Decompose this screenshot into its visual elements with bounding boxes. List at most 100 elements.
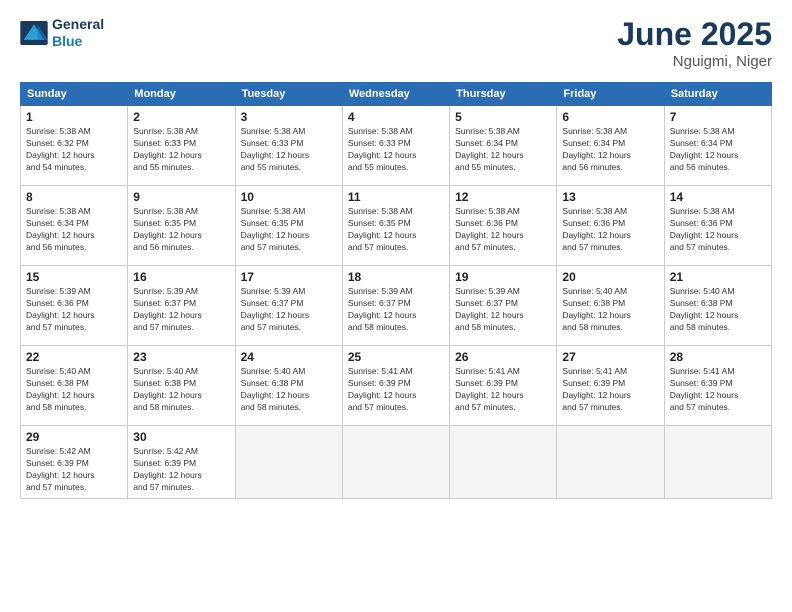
day-info: Sunrise: 5:41 AM Sunset: 6:39 PM Dayligh… bbox=[348, 366, 444, 414]
day-number: 20 bbox=[562, 270, 658, 284]
day-info: Sunrise: 5:38 AM Sunset: 6:34 PM Dayligh… bbox=[562, 126, 658, 174]
day-info: Sunrise: 5:39 AM Sunset: 6:37 PM Dayligh… bbox=[455, 286, 551, 334]
day-info: Sunrise: 5:38 AM Sunset: 6:36 PM Dayligh… bbox=[455, 206, 551, 254]
day-number: 22 bbox=[26, 350, 122, 364]
calendar-header-thursday: Thursday bbox=[450, 83, 557, 106]
calendar-cell: 13 Sunrise: 5:38 AM Sunset: 6:36 PM Dayli… bbox=[557, 186, 664, 266]
calendar-cell: 28 Sunrise: 5:41 AM Sunset: 6:39 PM Dayli… bbox=[664, 346, 771, 426]
day-number: 6 bbox=[562, 110, 658, 124]
calendar-cell: 8 Sunrise: 5:38 AM Sunset: 6:34 PM Daylig… bbox=[21, 186, 128, 266]
calendar-week-row: 1 Sunrise: 5:38 AM Sunset: 6:32 PM Daylig… bbox=[21, 106, 772, 186]
calendar-cell: 22 Sunrise: 5:40 AM Sunset: 6:38 PM Dayli… bbox=[21, 346, 128, 426]
day-number: 17 bbox=[241, 270, 337, 284]
calendar-cell bbox=[557, 426, 664, 499]
calendar-cell: 21Sunrise: 5:40 AM Sunset: 6:38 PM Dayli… bbox=[664, 266, 771, 346]
day-info: Sunrise: 5:40 AM Sunset: 6:38 PM Dayligh… bbox=[133, 366, 229, 414]
day-number: 7 bbox=[670, 110, 766, 124]
day-info: Sunrise: 5:40 AM Sunset: 6:38 PM Dayligh… bbox=[26, 366, 122, 414]
day-number: 23 bbox=[133, 350, 229, 364]
calendar-cell: 26 Sunrise: 5:41 AM Sunset: 6:39 PM Dayli… bbox=[450, 346, 557, 426]
month-title: June 2025 bbox=[617, 16, 772, 53]
calendar-cell: 16 Sunrise: 5:39 AM Sunset: 6:37 PM Dayli… bbox=[128, 266, 235, 346]
day-info: Sunrise: 5:38 AM Sunset: 6:32 PM Dayligh… bbox=[26, 126, 122, 174]
day-info: Sunrise: 5:39 AM Sunset: 6:37 PM Dayligh… bbox=[348, 286, 444, 334]
day-info: Sunrise: 5:38 AM Sunset: 6:34 PM Dayligh… bbox=[670, 126, 766, 174]
header: General Blue June 2025 Nguigmi, Niger bbox=[20, 16, 772, 70]
day-number: 1 bbox=[26, 110, 122, 124]
day-info: Sunrise: 5:38 AM Sunset: 6:33 PM Dayligh… bbox=[348, 126, 444, 174]
day-info: Sunrise: 5:38 AM Sunset: 6:33 PM Dayligh… bbox=[133, 126, 229, 174]
day-info: Sunrise: 5:38 AM Sunset: 6:34 PM Dayligh… bbox=[26, 206, 122, 254]
day-info: Sunrise: 5:41 AM Sunset: 6:39 PM Dayligh… bbox=[562, 366, 658, 414]
calendar-cell: 27 Sunrise: 5:41 AM Sunset: 6:39 PM Dayli… bbox=[557, 346, 664, 426]
day-info: Sunrise: 5:39 AM Sunset: 6:36 PM Dayligh… bbox=[26, 286, 122, 334]
calendar-cell: 25Sunrise: 5:41 AM Sunset: 6:39 PM Dayli… bbox=[342, 346, 449, 426]
calendar-cell: 19 Sunrise: 5:39 AM Sunset: 6:37 PM Dayli… bbox=[450, 266, 557, 346]
logo-text: General Blue bbox=[52, 16, 104, 50]
day-info: Sunrise: 5:41 AM Sunset: 6:39 PM Dayligh… bbox=[455, 366, 551, 414]
calendar-cell: 23 Sunrise: 5:40 AM Sunset: 6:38 PM Dayli… bbox=[128, 346, 235, 426]
day-number: 16 bbox=[133, 270, 229, 284]
calendar-header-tuesday: Tuesday bbox=[235, 83, 342, 106]
calendar-cell: 15 Sunrise: 5:39 AM Sunset: 6:36 PM Dayli… bbox=[21, 266, 128, 346]
calendar-cell: 14 Sunrise: 5:38 AM Sunset: 6:36 PM Dayli… bbox=[664, 186, 771, 266]
calendar-header-wednesday: Wednesday bbox=[342, 83, 449, 106]
calendar-cell: 7 Sunrise: 5:38 AM Sunset: 6:34 PM Daylig… bbox=[664, 106, 771, 186]
day-number: 9 bbox=[133, 190, 229, 204]
calendar-cell: 29 Sunrise: 5:42 AM Sunset: 6:39 PM Dayli… bbox=[21, 426, 128, 499]
day-number: 3 bbox=[241, 110, 337, 124]
day-number: 10 bbox=[241, 190, 337, 204]
day-info: Sunrise: 5:38 AM Sunset: 6:36 PM Dayligh… bbox=[670, 206, 766, 254]
day-number: 12 bbox=[455, 190, 551, 204]
calendar-table: SundayMondayTuesdayWednesdayThursdayFrid… bbox=[20, 82, 772, 499]
day-number: 21 bbox=[670, 270, 766, 284]
day-number: 8 bbox=[26, 190, 122, 204]
calendar-header-monday: Monday bbox=[128, 83, 235, 106]
calendar-cell: 4 Sunrise: 5:38 AM Sunset: 6:33 PM Daylig… bbox=[342, 106, 449, 186]
page: General Blue June 2025 Nguigmi, Niger Su… bbox=[0, 0, 792, 612]
title-block: June 2025 Nguigmi, Niger bbox=[617, 16, 772, 70]
day-number: 28 bbox=[670, 350, 766, 364]
day-number: 4 bbox=[348, 110, 444, 124]
day-info: Sunrise: 5:39 AM Sunset: 6:37 PM Dayligh… bbox=[133, 286, 229, 334]
day-number: 24 bbox=[241, 350, 337, 364]
calendar-header-saturday: Saturday bbox=[664, 83, 771, 106]
day-number: 19 bbox=[455, 270, 551, 284]
calendar-cell: 6 Sunrise: 5:38 AM Sunset: 6:34 PM Daylig… bbox=[557, 106, 664, 186]
day-info: Sunrise: 5:42 AM Sunset: 6:39 PM Dayligh… bbox=[26, 446, 122, 494]
calendar-cell: 30Sunrise: 5:42 AM Sunset: 6:39 PM Dayli… bbox=[128, 426, 235, 499]
logo-line1: General bbox=[52, 16, 104, 33]
calendar-week-row: 29 Sunrise: 5:42 AM Sunset: 6:39 PM Dayli… bbox=[21, 426, 772, 499]
day-info: Sunrise: 5:38 AM Sunset: 6:34 PM Dayligh… bbox=[455, 126, 551, 174]
calendar-cell: 10 Sunrise: 5:38 AM Sunset: 6:35 PM Dayli… bbox=[235, 186, 342, 266]
day-number: 15 bbox=[26, 270, 122, 284]
day-info: Sunrise: 5:38 AM Sunset: 6:35 PM Dayligh… bbox=[241, 206, 337, 254]
day-number: 13 bbox=[562, 190, 658, 204]
day-number: 29 bbox=[26, 430, 122, 444]
day-info: Sunrise: 5:38 AM Sunset: 6:35 PM Dayligh… bbox=[133, 206, 229, 254]
day-info: Sunrise: 5:41 AM Sunset: 6:39 PM Dayligh… bbox=[670, 366, 766, 414]
calendar-cell bbox=[450, 426, 557, 499]
calendar-cell: 17 Sunrise: 5:39 AM Sunset: 6:37 PM Dayli… bbox=[235, 266, 342, 346]
calendar-cell: 3Sunrise: 5:38 AM Sunset: 6:33 PM Daylig… bbox=[235, 106, 342, 186]
day-number: 18 bbox=[348, 270, 444, 284]
day-info: Sunrise: 5:40 AM Sunset: 6:38 PM Dayligh… bbox=[562, 286, 658, 334]
calendar-cell bbox=[342, 426, 449, 499]
calendar-cell: 18 Sunrise: 5:39 AM Sunset: 6:37 PM Dayli… bbox=[342, 266, 449, 346]
day-number: 26 bbox=[455, 350, 551, 364]
day-number: 11 bbox=[348, 190, 444, 204]
day-info: Sunrise: 5:39 AM Sunset: 6:37 PM Dayligh… bbox=[241, 286, 337, 334]
calendar-cell: 24Sunrise: 5:40 AM Sunset: 6:38 PM Dayli… bbox=[235, 346, 342, 426]
calendar-cell bbox=[664, 426, 771, 499]
day-number: 14 bbox=[670, 190, 766, 204]
calendar-week-row: 8 Sunrise: 5:38 AM Sunset: 6:34 PM Daylig… bbox=[21, 186, 772, 266]
day-number: 27 bbox=[562, 350, 658, 364]
calendar-header-row: SundayMondayTuesdayWednesdayThursdayFrid… bbox=[21, 83, 772, 106]
calendar-cell: 2 Sunrise: 5:38 AM Sunset: 6:33 PM Daylig… bbox=[128, 106, 235, 186]
day-number: 2 bbox=[133, 110, 229, 124]
day-info: Sunrise: 5:42 AM Sunset: 6:39 PM Dayligh… bbox=[133, 446, 229, 494]
calendar-header-friday: Friday bbox=[557, 83, 664, 106]
calendar-week-row: 15 Sunrise: 5:39 AM Sunset: 6:36 PM Dayli… bbox=[21, 266, 772, 346]
location: Nguigmi, Niger bbox=[617, 53, 772, 70]
day-info: Sunrise: 5:38 AM Sunset: 6:36 PM Dayligh… bbox=[562, 206, 658, 254]
